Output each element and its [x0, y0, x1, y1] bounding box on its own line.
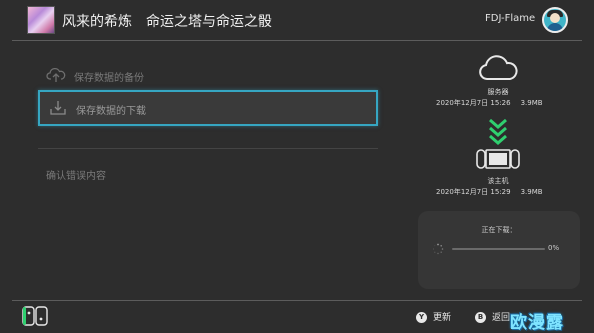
chevrons-down-icon	[489, 118, 507, 145]
target-date: 2020年12月7日 15:29	[436, 188, 511, 196]
footer-divider	[12, 300, 582, 301]
menu-item-backup-label: 保存数据的备份	[74, 73, 144, 84]
switch-console-icon	[476, 149, 520, 169]
joycon-icon	[22, 306, 48, 326]
game-name: 风来的希炼	[62, 14, 132, 30]
loading-spinner-icon	[432, 243, 444, 255]
target-label: 该主机	[487, 177, 509, 185]
progress-percent: 0%	[548, 244, 560, 252]
game-title: 风来的希炼 命运之塔与命运之骰	[62, 11, 272, 31]
menu-item-backup[interactable]: 保存数据的备份	[38, 58, 378, 92]
y-button-icon: Y	[416, 312, 427, 323]
menu-item-confirm-errors-label: 确认错误内容	[46, 171, 106, 182]
progress-title: 正在下载：	[481, 226, 517, 234]
progress-bar	[452, 248, 545, 250]
menu-item-confirm-errors[interactable]: 确认错误内容	[38, 156, 378, 190]
update-button-label: 更新	[433, 313, 452, 323]
user-name: FDJ-Flame	[485, 13, 536, 24]
source-meta: 2020年12月7日 15:26 3.9MB	[436, 98, 543, 108]
source-size: 3.9MB	[520, 99, 543, 107]
avatar[interactable]	[542, 7, 568, 33]
menu-item-download[interactable]: 保存数据的下载	[38, 90, 378, 126]
back-button[interactable]: B 返回	[475, 310, 510, 323]
b-button-icon: B	[475, 312, 486, 323]
back-button-label: 返回	[492, 313, 511, 323]
update-button[interactable]: Y 更新	[416, 310, 451, 323]
source-date: 2020年12月7日 15:26	[436, 99, 511, 107]
download-icon	[50, 101, 66, 115]
header-divider	[12, 40, 582, 41]
download-progress-panel: 正在下载： 0%	[418, 211, 580, 289]
menu-divider	[38, 148, 378, 149]
target-meta: 2020年12月7日 15:29 3.9MB	[436, 187, 543, 197]
target-size: 3.9MB	[520, 188, 543, 196]
header-bar: 风来的希炼 命运之塔与命运之骰 FDJ-Flame	[0, 0, 594, 40]
game-subtitle: 命运之塔与命运之骰	[146, 14, 272, 30]
game-thumbnail	[27, 6, 55, 34]
source-label: 服务器	[487, 88, 509, 96]
cloud-upload-icon	[46, 67, 66, 82]
menu-item-download-label: 保存数据的下载	[76, 106, 146, 117]
cloud-icon	[479, 55, 518, 80]
watermark: 欧漫露	[510, 313, 564, 333]
